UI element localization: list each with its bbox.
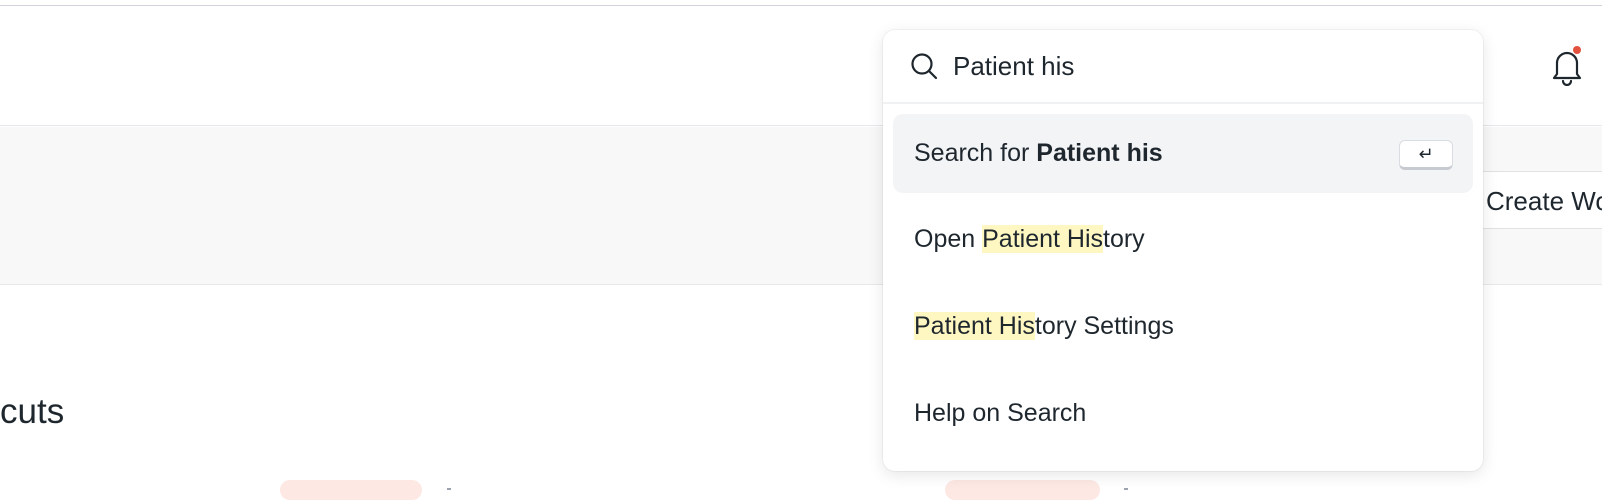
result-prefix: Open — [914, 225, 983, 253]
search-icon — [911, 53, 938, 80]
result-prefix: Search for — [914, 139, 1037, 167]
result-query: Patient his — [1036, 139, 1163, 167]
enter-key-icon: ↵ — [1399, 140, 1453, 170]
result-patient-history-settings[interactable]: Patient History Settings — [893, 287, 1473, 366]
status-badge — [280, 480, 422, 500]
result-label: Help on Search — [914, 399, 1087, 427]
search-input[interactable] — [953, 44, 1453, 88]
search-bar — [883, 30, 1483, 104]
search-dropdown: Search for Patient his ↵ Open Patient Hi… — [883, 30, 1483, 471]
notification-indicator — [1573, 46, 1581, 54]
notifications-button[interactable] — [1549, 46, 1585, 87]
result-match-highlight: Patient His — [914, 312, 1035, 340]
result-match-highlight: Patient His — [982, 225, 1103, 253]
result-open-patient-history[interactable]: Open Patient History — [893, 200, 1473, 279]
result-help-on-search[interactable]: Help on Search — [893, 374, 1473, 453]
section-title: cuts — [0, 392, 65, 431]
status-badge — [945, 480, 1100, 500]
result-rest: tory Settings — [1034, 312, 1174, 340]
result-rest: tory — [1103, 225, 1145, 253]
result-search-for[interactable]: Search for Patient his ↵ — [893, 114, 1473, 193]
